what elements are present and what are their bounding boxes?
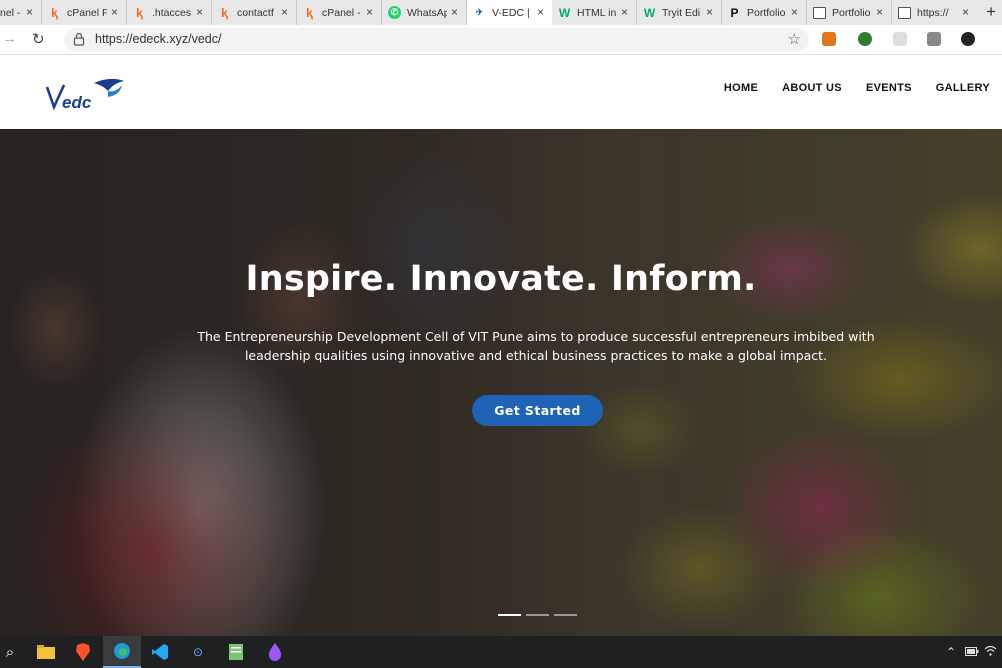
reload-icon[interactable]: ↻ (32, 30, 45, 48)
get-started-button[interactable]: Get Started (472, 395, 603, 426)
browser-tab[interactable]: Portfolio × (807, 0, 892, 25)
carousel-indicator[interactable] (554, 614, 577, 616)
tab-close-icon[interactable]: × (451, 5, 458, 19)
tab-label: Tryit Edi (662, 6, 701, 19)
carousel-indicators (498, 614, 577, 616)
collections-icon[interactable] (927, 32, 941, 46)
vedc-logo[interactable]: edc (44, 77, 128, 115)
address-bar[interactable]: https://edeck.xyz/vedc/ ☆ (64, 28, 809, 52)
browser-tab[interactable]: W Tryit Edi × (637, 0, 722, 25)
tab-close-icon[interactable]: × (196, 5, 203, 19)
main-nav: HOME ABOUT US EVENTS GALLERY (724, 82, 990, 94)
browser-tab[interactable]: P Portfolio × (722, 0, 807, 25)
browser-tab[interactable]: nel - × (0, 0, 42, 25)
forward-icon[interactable]: → (2, 30, 17, 47)
tab-label: nel - (0, 6, 21, 19)
carousel-indicator[interactable] (498, 614, 521, 616)
tab-close-icon[interactable]: × (366, 5, 373, 19)
cpanel-icon: ⱪ (221, 5, 228, 20)
vscode-icon[interactable] (150, 642, 170, 662)
new-tab-button[interactable]: + (986, 2, 996, 22)
wifi-icon[interactable] (984, 645, 997, 659)
tab-close-icon[interactable]: × (537, 5, 544, 19)
hero-content: Inspire. Innovate. Inform. The Entrepren… (0, 129, 1002, 636)
app-icon[interactable]: ⊙ (188, 642, 208, 662)
browser-tab-active[interactable]: ✈ V-EDC | × (467, 0, 552, 25)
notepad-icon[interactable] (226, 642, 246, 662)
chevron-up-icon[interactable]: ⌃ (946, 645, 956, 659)
nav-gallery[interactable]: GALLERY (936, 82, 990, 94)
url-text[interactable]: https://edeck.xyz/vedc/ (95, 32, 221, 46)
carousel-indicator[interactable] (526, 614, 549, 616)
tab-label: https:// (917, 6, 949, 19)
cpanel-icon: ⱪ (136, 5, 143, 20)
svg-text:edc: edc (62, 93, 92, 112)
whatsapp-icon: ✆ (388, 6, 401, 19)
tab-label: contactf (237, 6, 274, 19)
edge-icon[interactable] (103, 636, 141, 668)
tab-label: cPanel - (322, 6, 361, 19)
metamask-icon[interactable] (822, 32, 836, 46)
tab-label: HTML in (577, 6, 617, 19)
browser-tab-strip: nel - × ⱪ cPanel F × ⱪ .htacces × ⱪ cont… (0, 0, 1002, 25)
tab-label: Portfolio (832, 6, 871, 19)
site-header: edc HOME ABOUT US EVENTS GALLERY (0, 55, 1002, 129)
w3schools-icon: W (643, 5, 656, 20)
browser-tab[interactable]: ✆ WhatsAp × (382, 0, 467, 25)
hero-carousel: Inspire. Innovate. Inform. The Entrepren… (0, 129, 1002, 636)
p-icon: P (730, 5, 739, 20)
document-icon (813, 6, 826, 19)
tab-close-icon[interactable]: × (26, 5, 33, 19)
nav-home[interactable]: HOME (724, 82, 758, 94)
tab-label: cPanel F (67, 6, 107, 19)
browser-tab[interactable]: ⱪ .htacces × (127, 0, 212, 25)
tab-close-icon[interactable]: × (962, 5, 969, 19)
browser-tab[interactable]: https:// × (892, 0, 977, 25)
hero-description: The Entrepreneurship Development Cell of… (197, 329, 875, 363)
lock-icon (73, 32, 85, 46)
tab-close-icon[interactable]: × (876, 5, 883, 19)
tab-label: V-EDC | (492, 6, 530, 19)
tab-close-icon[interactable]: × (621, 5, 628, 19)
nav-events[interactable]: EVENTS (866, 82, 912, 94)
search-icon[interactable]: ⌕ (0, 642, 20, 662)
windows-taskbar: ⌕ ⊙ ⌃ (0, 636, 1002, 668)
browser-tab[interactable]: ⱪ cPanel F × (42, 0, 127, 25)
shield-icon[interactable] (961, 32, 975, 46)
dropper-icon[interactable] (265, 642, 285, 662)
tab-close-icon[interactable]: × (281, 5, 288, 19)
browser-tab[interactable]: ⱪ contactf × (212, 0, 297, 25)
browser-tab[interactable]: ⱪ cPanel - × (297, 0, 382, 25)
extension-icon[interactable] (893, 32, 907, 46)
browser-toolbar: → ↻ https://edeck.xyz/vedc/ ☆ (0, 25, 1002, 55)
w3schools-icon: W (558, 5, 571, 20)
cpanel-icon: ⱪ (51, 5, 58, 20)
nav-about-us[interactable]: ABOUT US (782, 82, 842, 94)
extension-icon[interactable] (858, 32, 872, 46)
tab-label: Portfolio (747, 6, 786, 19)
brave-icon[interactable] (73, 642, 93, 662)
tab-close-icon[interactable]: × (706, 5, 713, 19)
browser-tab[interactable]: W HTML in × (552, 0, 637, 25)
cpanel-icon: ⱪ (306, 5, 313, 20)
tab-label: WhatsAp (407, 6, 447, 19)
tab-close-icon[interactable]: × (791, 5, 798, 19)
battery-icon (965, 645, 979, 659)
hero-title: Inspire. Innovate. Inform. (245, 259, 757, 299)
file-explorer-icon[interactable] (36, 642, 56, 662)
document-icon (898, 6, 911, 19)
tab-close-icon[interactable]: × (111, 5, 118, 19)
tab-label: .htacces (152, 6, 192, 19)
vedc-icon: ✈ (475, 7, 484, 17)
favorite-star-icon[interactable]: ☆ (788, 30, 801, 48)
